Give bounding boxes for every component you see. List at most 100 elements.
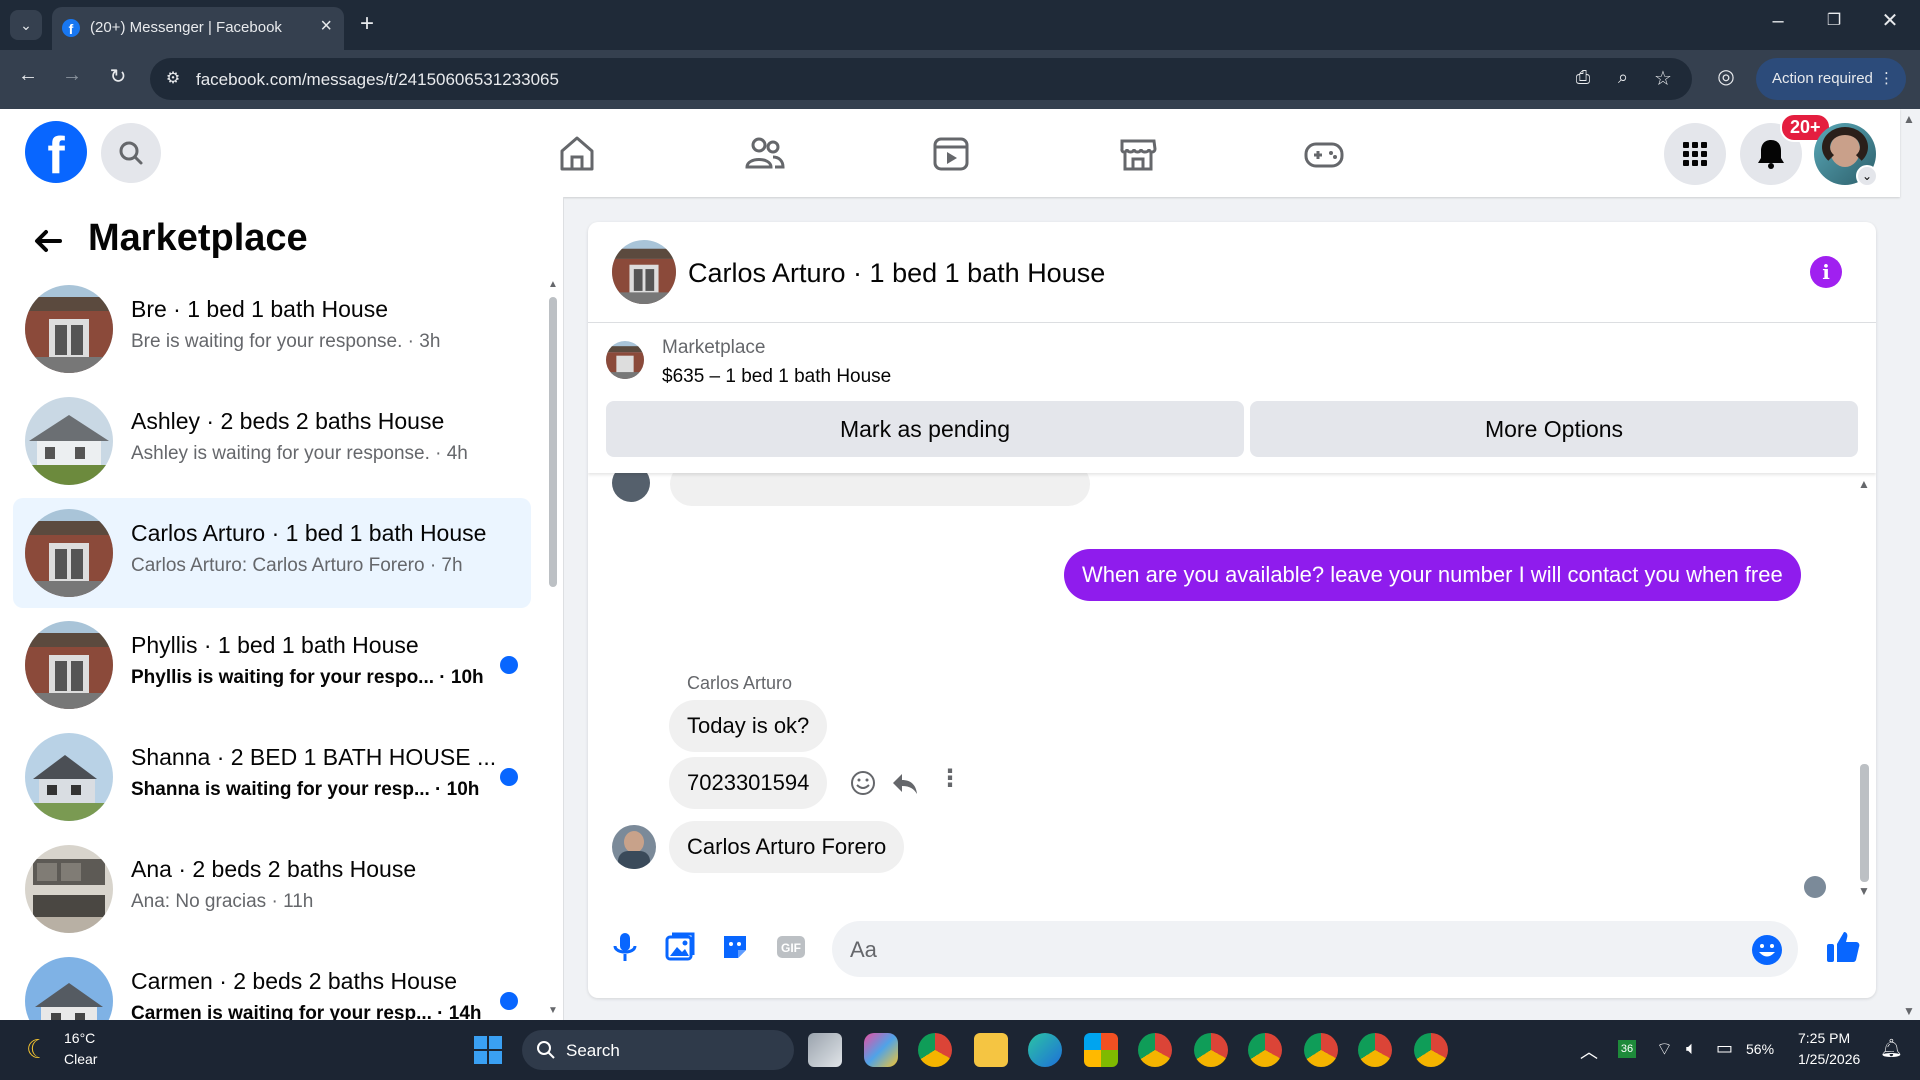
menu-grid-button[interactable]	[1664, 123, 1726, 185]
back-arrow-icon[interactable]	[30, 223, 66, 259]
photo-gallery-icon[interactable]	[663, 930, 697, 964]
moon-weather-icon[interactable]: ☾	[26, 1034, 49, 1065]
video-reels-icon[interactable]	[928, 131, 974, 177]
message-input-placeholder: Aa	[850, 937, 877, 962]
new-tab-button[interactable]: +	[352, 10, 382, 40]
incoming-message[interactable]: Today is ok?	[669, 700, 828, 752]
mark-as-pending-button[interactable]: Mark as pending	[606, 401, 1244, 457]
incoming-message[interactable]: Carlos Arturo Forero	[669, 821, 905, 873]
close-tab-icon[interactable]: ×	[320, 15, 332, 38]
emoji-picker-icon[interactable]	[1750, 933, 1784, 967]
site-info-icon[interactable]: ⚙	[162, 68, 184, 88]
conversation-preview: Ana: No gracias · 11h	[131, 891, 314, 912]
show-hidden-icons-chevron-up-icon[interactable]: ︿	[1580, 1038, 1598, 1064]
gaming-controller-icon[interactable]	[1301, 131, 1347, 177]
conversation-item[interactable]: Bre · 1 bed 1 bath House Bre is waiting …	[13, 274, 531, 384]
chrome-profile-icon[interactable]	[1194, 1033, 1228, 1067]
page-scroll-up-arrow-icon[interactable]: ▲	[1903, 112, 1915, 126]
chat-avatar[interactable]	[612, 240, 676, 304]
reply-icon[interactable]	[890, 768, 920, 798]
thumbs-up-like-icon[interactable]	[1824, 928, 1862, 966]
incoming-message[interactable]: 7023301594	[669, 757, 828, 809]
wifi-icon[interactable]: ⌔	[1656, 1038, 1673, 1061]
conversation-item[interactable]: Ashley · 2 beds 2 baths House Ashley is …	[13, 386, 531, 496]
microsoft-store-icon[interactable]	[1084, 1033, 1118, 1067]
react-emoji-icon[interactable]	[848, 768, 878, 798]
microsoft-365-icon[interactable]	[864, 1033, 898, 1067]
info-icon[interactable]: i	[1810, 256, 1842, 288]
listing-price-title[interactable]: $635 – 1 bed 1 bath House	[662, 366, 891, 388]
task-view-icon[interactable]	[808, 1033, 842, 1067]
conversation-item[interactable]: Shanna · 2 BED 1 BATH HOUSE ... Shanna i…	[13, 722, 531, 832]
menu-kebab-icon[interactable]: ⋮	[1879, 58, 1894, 100]
chat-title[interactable]: Carlos Arturo · 1 bed 1 bath House	[688, 258, 1105, 289]
grid-icon	[1683, 142, 1707, 166]
volume-icon[interactable]: 🔈︎	[1686, 1038, 1697, 1059]
gif-icon[interactable]: GIF	[774, 930, 808, 964]
edge-browser-icon[interactable]	[1028, 1033, 1062, 1067]
battery-icon[interactable]: ▭	[1716, 1038, 1733, 1059]
back-arrow-icon[interactable]: ←	[12, 64, 44, 87]
tray-app-badge[interactable]: 36	[1618, 1040, 1636, 1058]
friends-icon[interactable]	[741, 131, 787, 177]
forward-arrow-icon[interactable]: →	[56, 64, 88, 87]
chrome-icon[interactable]	[918, 1033, 952, 1067]
conversation-item[interactable]: Carmen · 2 beds 2 baths House Carmen is …	[13, 946, 531, 1020]
address-bar[interactable]: ⚙ facebook.com/messages/t/24150606531233…	[150, 58, 1692, 100]
windows-start-icon[interactable]	[472, 1034, 504, 1066]
bookmark-star-icon[interactable]: ☆	[1650, 66, 1676, 91]
page-scroll-down-arrow-icon[interactable]: ▼	[1903, 1004, 1915, 1018]
conversation-name: Bre · 1 bed 1 bath House	[131, 296, 388, 322]
seen-receipt-avatar	[1804, 876, 1826, 898]
conversation-name: Phyllis · 1 bed 1 bath House	[131, 632, 419, 658]
reload-icon[interactable]: ↻	[102, 64, 134, 89]
scroll-down-arrow-icon[interactable]: ▼	[1858, 884, 1870, 898]
chrome-profile-icon[interactable]	[1138, 1033, 1172, 1067]
sticker-icon[interactable]	[718, 930, 752, 964]
clock-date[interactable]: 1/25/2026	[1798, 1051, 1860, 1067]
conversation-name: Carlos Arturo · 1 bed 1 bath House	[131, 520, 487, 546]
marketplace-store-icon[interactable]	[1115, 131, 1161, 177]
notification-bell-icon[interactable]: 🔔︎	[1880, 1038, 1903, 1059]
file-explorer-folder-icon[interactable]	[974, 1033, 1008, 1067]
account-chevron-down-icon[interactable]: ⌄	[1856, 165, 1878, 187]
conversation-item[interactable]: Phyllis · 1 bed 1 bath House Phyllis is …	[13, 610, 531, 720]
svg-text:GIF: GIF	[781, 941, 801, 955]
browser-tab-active[interactable]: f (20+) Messenger | Facebook ×	[52, 7, 344, 50]
home-icon[interactable]	[554, 131, 600, 177]
clock-time[interactable]: 7:25 PM	[1798, 1030, 1850, 1046]
close-window-button[interactable]: ✕	[1870, 8, 1910, 33]
outgoing-message[interactable]: When are you available? leave your numbe…	[1064, 549, 1801, 601]
scroll-up-arrow-icon[interactable]: ▲	[1858, 477, 1870, 491]
zoom-icon[interactable]: ⌕	[1610, 67, 1636, 88]
search-button[interactable]	[101, 123, 161, 183]
sender-avatar[interactable]	[612, 825, 656, 869]
install-app-icon[interactable]: ⎙	[1570, 67, 1596, 88]
chrome-profile-icon[interactable]	[1248, 1033, 1282, 1067]
action-required-button[interactable]: Action required ⋮	[1756, 58, 1906, 100]
chat-scrollbar[interactable]	[1860, 764, 1869, 882]
conversation-list-scrollbar[interactable]	[549, 297, 557, 587]
conversation-preview: Ashley is waiting for your response. · 4…	[131, 443, 468, 464]
chrome-profile-icon[interactable]	[1304, 1033, 1338, 1067]
more-actions-kebab-icon[interactable]: ⋮	[938, 764, 962, 793]
scroll-down-arrow-icon[interactable]: ▼	[548, 1005, 558, 1016]
profile-icon[interactable]: ◎	[1712, 64, 1740, 89]
conversation-item[interactable]: Ana · 2 beds 2 baths House Ana: No graci…	[13, 834, 531, 944]
restore-window-button[interactable]: ❐	[1814, 10, 1854, 30]
chat-window: Carlos Arturo · 1 bed 1 bath House i Mar…	[588, 222, 1876, 998]
chrome-profile-icon[interactable]	[1358, 1033, 1392, 1067]
minimize-window-button[interactable]: –	[1758, 10, 1798, 33]
taskbar-search[interactable]: Search	[522, 1030, 794, 1070]
message-input[interactable]: Aa	[832, 921, 1798, 977]
conversation-item-active[interactable]: Carlos Arturo · 1 bed 1 bath House Carlo…	[13, 498, 531, 608]
tab-search-button[interactable]: ⌄	[10, 10, 42, 40]
marketplace-listing-banner: Marketplace $635 – 1 bed 1 bath House Ma…	[588, 323, 1876, 473]
chrome-profile-icon[interactable]	[1414, 1033, 1448, 1067]
microphone-icon[interactable]	[608, 930, 642, 964]
facebook-logo-icon[interactable]: f	[25, 121, 87, 183]
more-options-button[interactable]: More Options	[1250, 401, 1858, 457]
scroll-up-arrow-icon[interactable]: ▲	[548, 279, 558, 290]
conversation-name: Ashley · 2 beds 2 baths House	[131, 408, 445, 434]
conversation-preview: Bre is waiting for your response. · 3h	[131, 331, 441, 352]
